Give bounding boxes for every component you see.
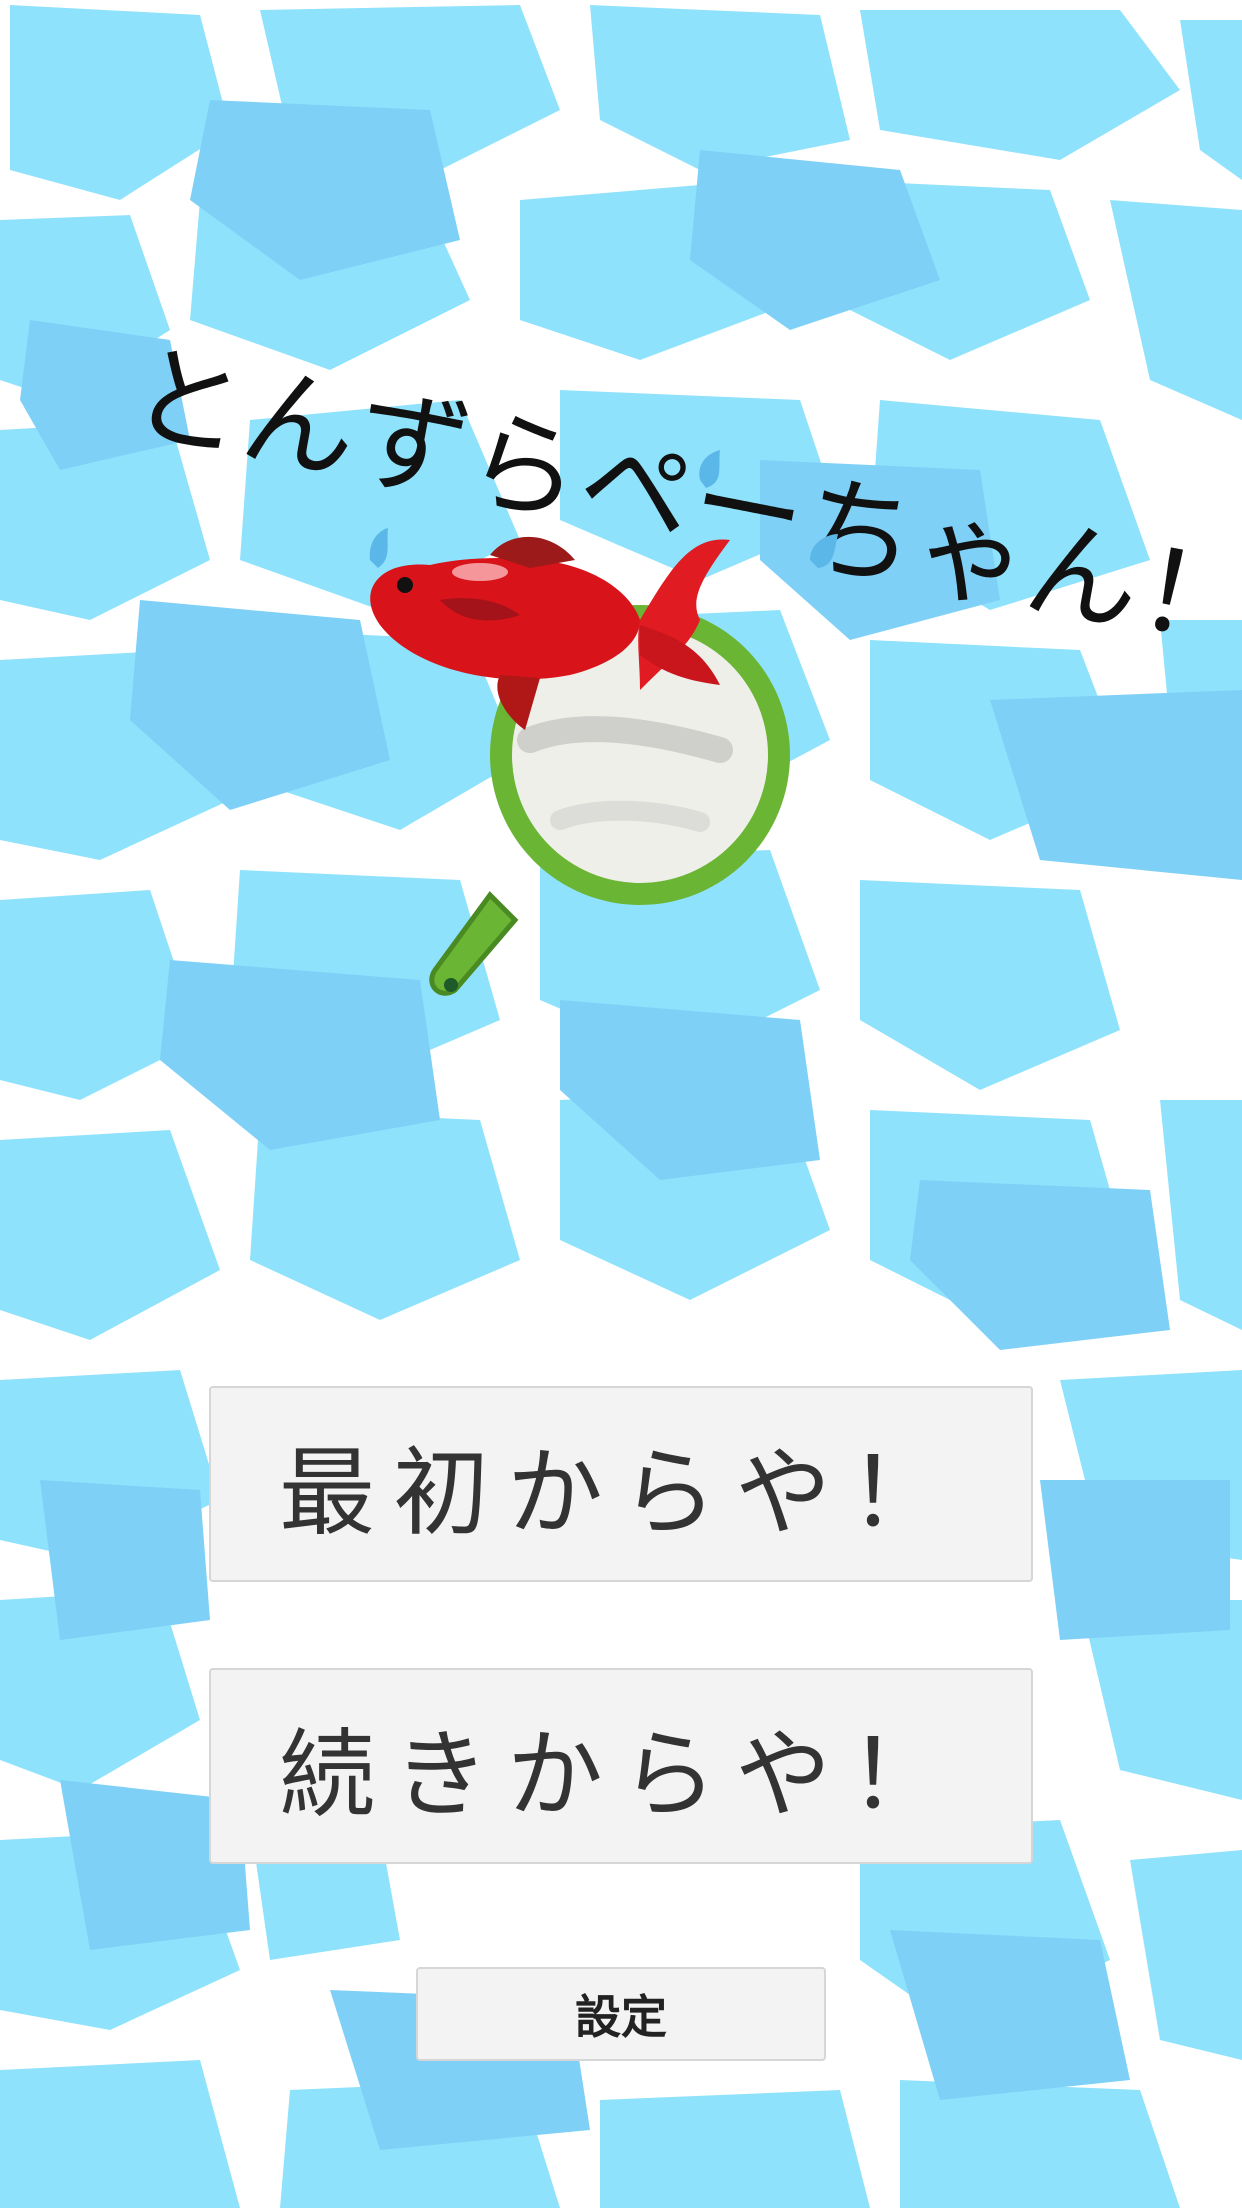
continue-game-button[interactable]: 続きからや！ — [209, 1668, 1033, 1864]
goldfish-net-illustration — [369, 450, 838, 996]
start-new-game-button[interactable]: 最初からや！ — [209, 1386, 1033, 1582]
water-drop-icon — [369, 450, 838, 568]
settings-label: 設定 — [575, 1990, 667, 2044]
continue-game-label: 続きからや！ — [279, 1718, 963, 1831]
start-new-game-label: 最初からや！ — [279, 1436, 963, 1549]
settings-button[interactable]: 設定 — [416, 1967, 826, 2061]
